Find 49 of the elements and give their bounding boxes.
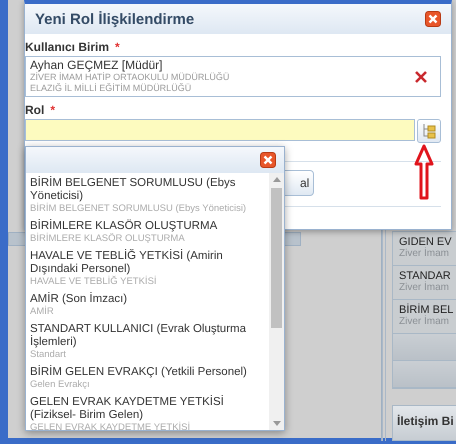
role-option[interactable]: BİRİM BELGENET SORUMLUSU (Ebys Yöneticisi) BİRİM BELGENET SORUMLUSU (Ebys Yöneticisi)	[30, 175, 269, 218]
role-option[interactable]: STANDART KULLANICI (Evrak Oluşturma İşlemleri) Standart	[30, 321, 269, 364]
option-title: BİRİM BELGENET SORUMLUSU (Ebys Yöneticisi)	[30, 177, 237, 202]
option-title: BİRİMLERE KLASÖR OLUŞTURMA	[30, 220, 218, 232]
unit-line: ELAZIĞ İL MİLLİ EĞİTİM MÜDÜRLÜĞÜ	[30, 83, 192, 94]
required-mark: *	[50, 103, 56, 117]
item-subtitle: Ziver İmam	[399, 248, 450, 259]
required-mark: *	[115, 40, 120, 54]
item-title: STANDAR	[399, 270, 452, 282]
scrollbar[interactable]	[269, 173, 284, 430]
option-title: AMİR (Son İmzacı)	[30, 293, 128, 306]
user-unit-field[interactable]: Ayhan GEÇMEZ [Müdür] ZİVER İMAM HATİP ORTAOKULU MÜDÜRLÜĞÜ ELAZIĞ İL MİLLİ EĞİTİM MÜDÜRLÜĞÜ	[25, 56, 441, 97]
role-option[interactable]: AMİR (Son İmzacı) AMİR	[30, 291, 269, 321]
user-name: Ayhan GEÇMEZ [Müdür]	[30, 59, 164, 72]
dialog-title: Yeni Rol İlişkilendirme	[35, 10, 194, 28]
field-label: Rol	[25, 103, 44, 117]
option-subtitle: BİRİMLERE KLASÖR OLUŞTURMA	[30, 233, 186, 244]
arrow-icon	[414, 144, 434, 200]
role-option[interactable]: BİRİMLERE KLASÖR OLUŞTURMA BİRİMLERE KLASÖR OLUŞTURMA	[30, 218, 269, 248]
unit-line: ZİVER İMAM HATİP ORTAOKULU MÜDÜRLÜĞÜ	[30, 72, 230, 83]
option-subtitle: BİRİM BELGENET SORUMLUSU (Ebys Yöneticisi)	[30, 203, 248, 214]
section-header: İletişim Bi	[392, 405, 456, 441]
item-subtitle: Ziver İmam	[399, 282, 450, 293]
role-option[interactable]: GELEN EVRAK KAYDETME YETKİSİ (Fiziksel- Birim Gelen) GELEN EVRAK KAYDETME YETKİSİ	[30, 394, 269, 430]
remove-icon[interactable]	[414, 70, 428, 84]
list-item[interactable]: GIDEN EV Ziver İmam	[393, 232, 456, 266]
option-title: HAVALE VE TEBLİĞ YETKİSİ (Amirin Dışındaki Personel)	[30, 250, 224, 276]
role-option[interactable]: HAVALE VE TEBLİĞ YETKİSİ (Amirin Dışındaki Personel) HAVALE VE TEBLİĞ YETKİSİ	[30, 248, 269, 291]
item-title: BİRİM BEL	[399, 304, 454, 316]
option-subtitle: HAVALE VE TEBLİĞ YETKİSİ	[30, 276, 158, 287]
item-subtitle: Ziver İmam	[399, 316, 450, 327]
close-icon[interactable]	[425, 11, 441, 27]
option-title: BİRİM GELEN EVRAKÇI (Yetkili Personel)	[30, 366, 248, 379]
option-subtitle: GELEN EVRAK KAYDETME YETKİSİ	[30, 422, 192, 430]
role-option[interactable]: BİRİM GELEN EVRAKÇI (Yetkili Personel) Gelen Evrakçı	[30, 364, 269, 394]
role-field[interactable]	[25, 119, 415, 141]
option-subtitle: Standart	[30, 349, 67, 360]
close-icon[interactable]	[260, 152, 276, 168]
list-item[interactable]: STANDAR Ziver İmam	[393, 266, 456, 300]
picker-button[interactable]	[417, 119, 441, 143]
option-title: STANDART KULLANICI (Evrak Oluşturma İşlemleri)	[30, 323, 247, 349]
option-subtitle: Gelen Evrakçı	[30, 379, 91, 390]
item-title: GIDEN EV	[399, 236, 453, 248]
tree-icon	[422, 123, 436, 139]
option-title: GELEN EVRAK KAYDETME YETKİSİ (Fiziksel- Birim Gelen)	[30, 396, 225, 422]
option-subtitle: AMİR	[30, 306, 55, 317]
field-label: Kullanıcı Birim	[25, 40, 110, 54]
scroll-up-icon[interactable]	[272, 177, 280, 182]
scroll-down-icon[interactable]	[272, 421, 280, 426]
